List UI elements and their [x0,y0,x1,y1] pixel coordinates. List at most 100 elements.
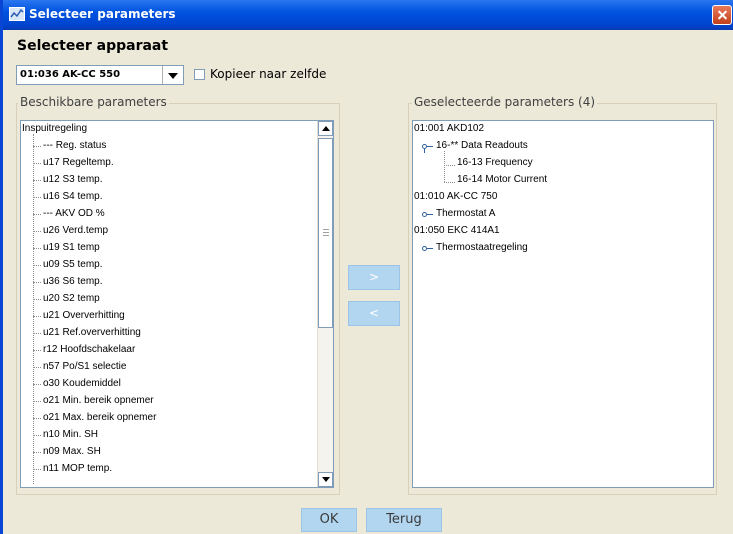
tree-line [33,282,41,283]
selected-group-title: Geselecteerde parameters (4) [412,95,598,109]
list-item-label: o21 Max. bereik opnemer [43,412,157,423]
tree-line [33,401,41,402]
list-item[interactable]: u17 Regeltemp. [21,155,317,172]
device-select[interactable]: 01:036 AK-CC 550 [16,65,184,85]
list-item-label: --- AKV OD % [43,208,105,219]
scroll-down-icon[interactable] [318,472,333,487]
parameter-item[interactable]: 16-14 Motor Current [413,172,703,189]
list-item-label: o21 Min. bereik opnemer [43,395,154,406]
ok-button[interactable]: OK [301,508,357,532]
list-item[interactable]: o30 Koudemiddel [21,376,317,393]
list-item-label: u20 S2 temp [43,293,100,304]
chevron-down-icon[interactable] [162,66,183,84]
list-item-label: Thermostaatregeling [436,242,528,253]
tree-line [33,469,41,470]
available-list[interactable]: Inspuitregeling --- Reg. status u17 Regelt… [20,120,334,488]
list-item-label: u26 Verd.temp [43,225,109,236]
add-parameter-button[interactable]: > [348,265,400,290]
device-node[interactable]: 01:010 AK-CC 750 [413,189,703,206]
list-item[interactable]: n09 Max. SH [21,444,317,461]
tree-group-node[interactable]: Inspuitregeling [21,121,317,138]
copy-checkbox[interactable] [194,69,205,80]
tree-line [33,418,41,419]
list-item-label: o30 Koudemiddel [43,378,121,389]
list-item[interactable]: u12 S3 temp. [21,172,317,189]
device-heading: Selecteer apparaat [17,38,169,54]
tree-line [33,452,41,453]
list-item-label: 16-13 Frequency [457,157,533,168]
list-item-label: Inspuitregeling [22,123,88,134]
available-group-title: Beschikbare parameters [18,95,169,109]
list-item-label: u36 S6 temp. [43,276,103,287]
device-node[interactable]: 01:001 AKD102 [413,121,703,138]
list-item-label: 01:010 AK-CC 750 [414,191,498,202]
available-scrollbar[interactable] [317,121,333,487]
list-item[interactable]: n57 Po/S1 selectie [21,359,317,376]
group-node[interactable]: Thermostaatregeling [413,240,703,257]
scroll-up-icon[interactable] [318,121,333,136]
list-item[interactable]: u21 Ref.oververhitting [21,325,317,342]
tree-line [33,384,41,385]
list-item-label: u19 S1 temp [43,242,100,253]
list-item[interactable]: o21 Max. bereik opnemer [21,410,317,427]
tree-line [33,163,41,164]
title-bar[interactable]: Selecteer parameters [3,0,733,30]
group-node[interactable]: Thermostat A [413,206,703,223]
app-icon [9,7,25,21]
list-item-label: u21 Ref.oververhitting [43,327,141,338]
tree-line [33,333,41,334]
list-item-label: u21 Oververhitting [43,310,125,321]
list-item-label: n11 MOP temp. [43,463,113,474]
remove-parameter-button[interactable]: < [348,301,400,326]
copy-checkbox-label: Kopieer naar zelfde [210,67,327,81]
parameter-item[interactable]: 16-13 Frequency [413,155,703,172]
list-item-label: n09 Max. SH [43,446,101,457]
tree-line [33,299,41,300]
list-item[interactable]: u36 S6 temp. [21,274,317,291]
list-item-label: Thermostat A [436,208,496,219]
scroll-thumb[interactable] [318,138,333,328]
window-title: Selecteer parameters [29,7,176,21]
tree-line [33,180,41,181]
group-node[interactable]: 16-** Data Readouts [413,138,703,155]
list-item[interactable]: u20 S2 temp [21,291,317,308]
tree-line [33,231,41,232]
tree-line [33,367,41,368]
device-select-value: 01:036 AK-CC 550 [20,69,121,80]
tree-line [33,248,41,249]
list-item-label: r12 Hoofdschakelaar [43,344,136,355]
list-item[interactable]: n10 Min. SH [21,427,317,444]
list-item-label: 16-14 Motor Current [457,174,548,185]
close-button[interactable] [712,5,732,25]
list-item-label: 01:050 EKC 414A1 [414,225,500,236]
list-item[interactable]: u26 Verd.temp [21,223,317,240]
device-node[interactable]: 01:050 EKC 414A1 [413,223,703,240]
list-item[interactable]: u16 S4 temp. [21,189,317,206]
list-item-label: u17 Regeltemp. [43,157,114,168]
tree-line [33,435,41,436]
list-item-label: 01:001 AKD102 [414,123,485,134]
list-item[interactable]: r12 Hoofdschakelaar [21,342,317,359]
list-item[interactable]: u09 S5 temp. [21,257,317,274]
list-item[interactable]: --- AKV OD % [21,206,317,223]
list-item[interactable]: u19 S1 temp [21,240,317,257]
list-item-label: n10 Min. SH [43,429,99,440]
list-item-label: 16-** Data Readouts [436,140,528,151]
list-item-label: n57 Po/S1 selectie [43,361,127,372]
tree-line [33,197,41,198]
tree-line [33,350,41,351]
dialog-window: Selecteer parameters Selecteer apparaat … [0,0,733,534]
selected-list[interactable]: 01:001 AKD102 16-** Data Readouts 16-13 Fr… [412,120,714,488]
list-item-label: u16 S4 temp. [43,191,103,202]
list-item[interactable]: u21 Oververhitting [21,308,317,325]
list-item-label: --- Reg. status [43,140,107,151]
list-item[interactable]: --- Reg. status [21,138,317,155]
list-item[interactable]: o21 Min. bereik opnemer [21,393,317,410]
tree-line [33,265,41,266]
back-button[interactable]: Terug [366,508,442,532]
list-item[interactable]: n11 MOP temp. [21,461,317,478]
tree-line [33,316,41,317]
tree-line [33,214,41,215]
dialog-content: Selecteer apparaat 01:036 AK-CC 550 Kopi… [3,30,733,534]
tree-line [33,146,41,147]
